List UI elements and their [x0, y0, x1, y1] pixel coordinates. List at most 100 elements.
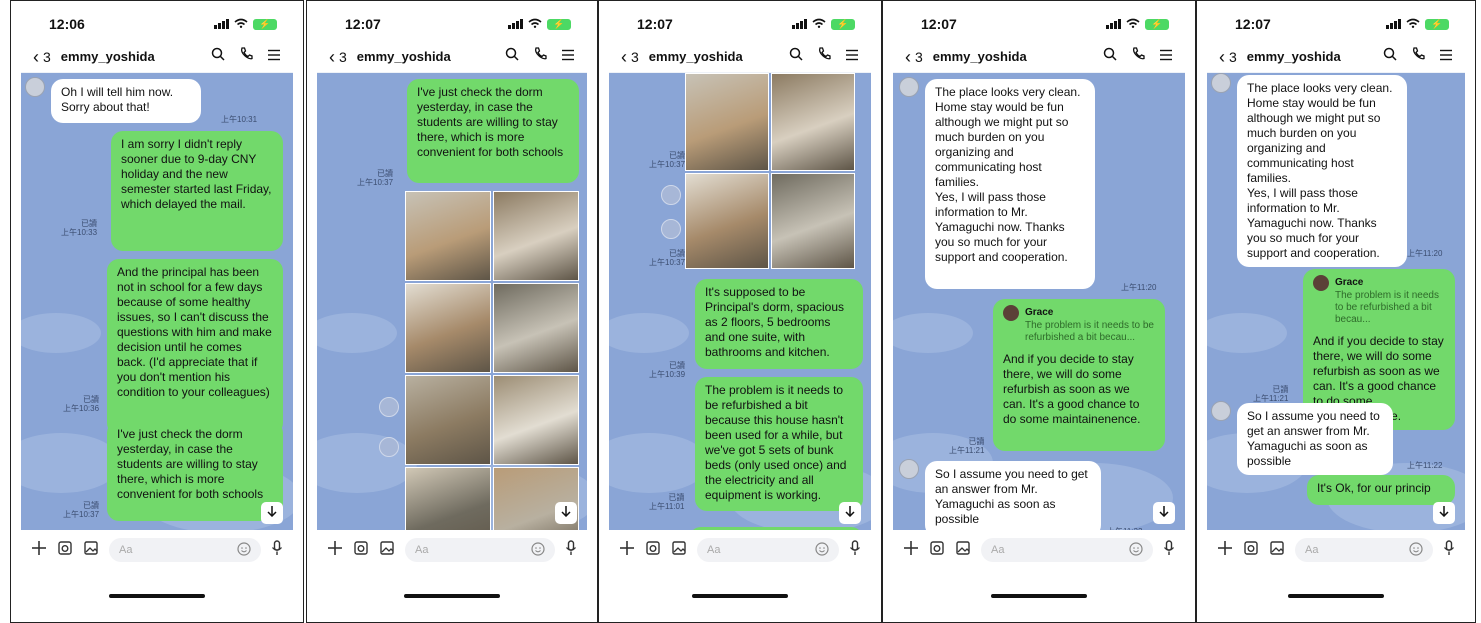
- outgoing-message[interactable]: And the principal has been not in school…: [107, 259, 283, 435]
- menu-icon[interactable]: [267, 48, 281, 66]
- back-button[interactable]: ‹ 3: [905, 48, 923, 66]
- photo-thumbnail[interactable]: [405, 375, 491, 465]
- camera-icon[interactable]: [929, 540, 945, 561]
- incoming-message[interactable]: So I assume you need to get an answer fr…: [1237, 403, 1393, 475]
- avatar[interactable]: [1211, 401, 1231, 421]
- back-button[interactable]: ‹ 3: [33, 48, 51, 66]
- share-icon[interactable]: [379, 397, 399, 417]
- back-button[interactable]: ‹ 3: [329, 48, 347, 66]
- incoming-message[interactable]: So I assume you need to get an answer fr…: [925, 461, 1101, 530]
- share-icon[interactable]: [379, 437, 399, 457]
- menu-icon[interactable]: [1159, 48, 1173, 66]
- menu-icon[interactable]: [845, 48, 859, 66]
- chat-header: ‹ 3 emmy_yoshida: [609, 41, 871, 73]
- gallery-icon[interactable]: [1269, 540, 1285, 561]
- add-icon[interactable]: [1217, 540, 1233, 561]
- photo-thumbnail[interactable]: [685, 73, 769, 171]
- emoji-icon[interactable]: [237, 541, 251, 559]
- camera-icon[interactable]: [645, 540, 661, 561]
- photo-thumbnail[interactable]: [685, 173, 769, 269]
- incoming-message[interactable]: The place looks very clean. Home stay wo…: [1237, 75, 1407, 267]
- outgoing-message[interactable]: I've just check the dorm yesterday, in c…: [107, 421, 283, 521]
- status-bar: 12:07 ⚡: [609, 7, 871, 41]
- photo-thumbnail[interactable]: [493, 283, 579, 373]
- battery-charging-icon: ⚡: [1145, 18, 1169, 30]
- gallery-icon[interactable]: [955, 540, 971, 561]
- scroll-to-bottom-button[interactable]: [555, 502, 577, 524]
- chat-area[interactable]: The place looks very clean. Home stay wo…: [893, 73, 1185, 530]
- gallery-icon[interactable]: [671, 540, 687, 561]
- microphone-icon[interactable]: [1443, 539, 1455, 561]
- add-icon[interactable]: [31, 540, 47, 561]
- outgoing-message[interactable]: The problem is it needs to be refurbishe…: [695, 377, 863, 511]
- emoji-icon[interactable]: [1409, 541, 1423, 559]
- search-icon[interactable]: [505, 47, 519, 66]
- add-icon[interactable]: [619, 540, 635, 561]
- emoji-icon[interactable]: [1129, 541, 1143, 559]
- microphone-icon[interactable]: [849, 539, 861, 561]
- back-button[interactable]: ‹ 3: [1219, 48, 1237, 66]
- message-input[interactable]: Aa: [981, 538, 1153, 562]
- avatar[interactable]: [1211, 73, 1231, 93]
- photo-thumbnail[interactable]: [405, 191, 491, 281]
- outgoing-message[interactable]: It's Ok, for our princip: [1307, 475, 1455, 505]
- search-icon[interactable]: [789, 47, 803, 66]
- microphone-icon[interactable]: [271, 539, 283, 561]
- phone-call-icon[interactable]: [817, 47, 831, 66]
- message-input[interactable]: Aa: [109, 538, 261, 562]
- scroll-to-bottom-button[interactable]: [1153, 502, 1175, 524]
- phone-call-icon[interactable]: [239, 47, 253, 66]
- microphone-icon[interactable]: [1163, 539, 1175, 561]
- add-icon[interactable]: [903, 540, 919, 561]
- reply-quote[interactable]: Grace The problem is it needs to be refur…: [1313, 275, 1445, 326]
- avatar[interactable]: [899, 77, 919, 97]
- message-input[interactable]: Aa: [697, 538, 839, 562]
- scroll-to-bottom-button[interactable]: [1433, 502, 1455, 524]
- scroll-to-bottom-button[interactable]: [261, 502, 283, 524]
- photo-thumbnail[interactable]: [405, 467, 491, 530]
- camera-icon[interactable]: [57, 540, 73, 561]
- gallery-icon[interactable]: [83, 540, 99, 561]
- message-timestamp: 上午11:20: [1407, 249, 1443, 258]
- menu-icon[interactable]: [561, 48, 575, 66]
- incoming-message[interactable]: The place looks very clean. Home stay wo…: [925, 79, 1095, 289]
- photo-thumbnail[interactable]: [771, 73, 855, 171]
- search-icon[interactable]: [1383, 47, 1397, 66]
- emoji-icon[interactable]: [531, 541, 545, 559]
- share-icon[interactable]: [661, 219, 681, 239]
- add-icon[interactable]: [327, 540, 343, 561]
- chat-area[interactable]: 已讀 上午10:37 已讀 上午10:37 It's supposed to be Pr…: [609, 73, 871, 530]
- emoji-icon[interactable]: [815, 541, 829, 559]
- share-icon[interactable]: [661, 185, 681, 205]
- camera-icon[interactable]: [353, 540, 369, 561]
- avatar[interactable]: [899, 459, 919, 479]
- photo-thumbnail[interactable]: [771, 173, 855, 269]
- incoming-message[interactable]: Oh I will tell him now. Sorry about that…: [51, 79, 201, 123]
- phone-call-icon[interactable]: [533, 47, 547, 66]
- microphone-icon[interactable]: [565, 539, 577, 561]
- chat-area[interactable]: I've just check the dorm yesterday, in c…: [317, 73, 587, 530]
- photo-thumbnail[interactable]: [405, 283, 491, 373]
- menu-icon[interactable]: [1439, 48, 1453, 66]
- message-input[interactable]: Aa: [1295, 538, 1433, 562]
- scroll-to-bottom-button[interactable]: [839, 502, 861, 524]
- reply-quote[interactable]: Grace The problem is it needs to be refur…: [1003, 305, 1155, 344]
- search-icon[interactable]: [1103, 47, 1117, 66]
- camera-icon[interactable]: [1243, 540, 1259, 561]
- message-input[interactable]: Aa: [405, 538, 555, 562]
- gallery-icon[interactable]: [379, 540, 395, 561]
- outgoing-message[interactable]: I am sorry I didn't reply sooner due to …: [111, 131, 283, 251]
- chat-area[interactable]: Oh I will tell him now. Sorry about that…: [21, 73, 293, 530]
- message-meta: 已讀 上午10:37: [357, 169, 393, 187]
- back-button[interactable]: ‹ 3: [621, 48, 639, 66]
- search-icon[interactable]: [211, 47, 225, 66]
- phone-call-icon[interactable]: [1411, 47, 1425, 66]
- photo-thumbnail[interactable]: [493, 191, 579, 281]
- outgoing-message[interactable]: It's supposed to be Principal's dorm, sp…: [695, 279, 863, 369]
- phone-call-icon[interactable]: [1131, 47, 1145, 66]
- chat-area[interactable]: The place looks very clean. Home stay wo…: [1207, 73, 1465, 530]
- outgoing-message[interactable]: I've just check the dorm yesterday, in c…: [407, 79, 579, 183]
- photo-thumbnail[interactable]: [493, 375, 579, 465]
- outgoing-message[interactable]: Grace The problem is it needs to be refur…: [993, 299, 1165, 451]
- avatar[interactable]: [25, 77, 45, 97]
